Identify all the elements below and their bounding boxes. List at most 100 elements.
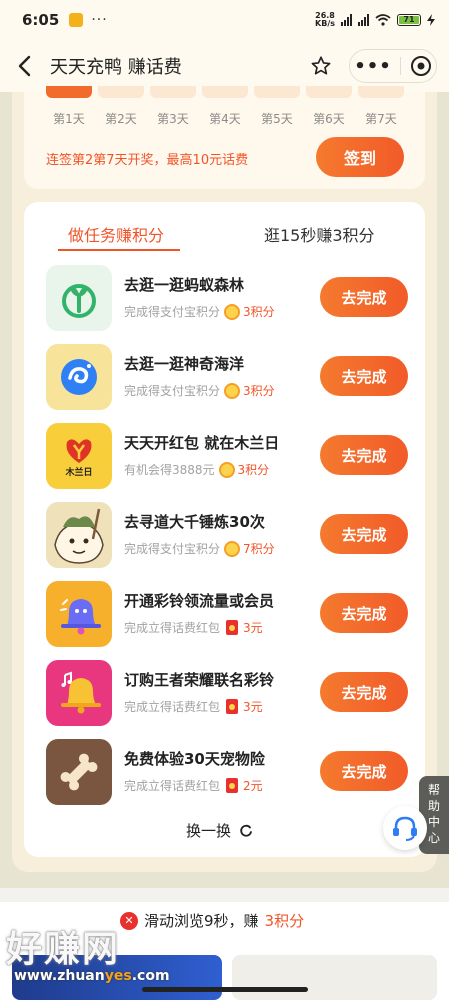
task-go-button[interactable]: 去完成	[320, 751, 408, 791]
task-item: 去寻道大千锤炼30次 完成得支付宝积分 7积分 去完成	[46, 502, 408, 570]
task-title: 订购王者荣耀联名彩铃	[124, 671, 275, 689]
watermark-url: www.zhuanyes.com	[14, 968, 170, 984]
coin-icon	[224, 382, 241, 399]
ringtone-bell-icon	[46, 581, 112, 647]
charging-icon	[427, 14, 435, 26]
task-title: 开通彩铃领流量或会员	[124, 592, 275, 610]
red-packet-icon	[226, 699, 239, 714]
status-more-dots: ···	[91, 12, 108, 28]
browse-reward: 3积分	[264, 912, 305, 930]
help-char: 帮	[427, 783, 440, 797]
task-reward: 3积分	[243, 305, 275, 319]
day-label: 第2天	[105, 112, 137, 126]
ant-forest-icon	[46, 265, 112, 331]
task-item: 去逛一逛神奇海洋 完成得支付宝积分 3积分 去完成	[46, 344, 408, 412]
refresh-button[interactable]: 换一换	[186, 820, 253, 841]
task-go-button[interactable]: 去完成	[320, 356, 408, 396]
task-desc-text: 完成立得话费红包	[124, 779, 221, 793]
task-title: 去逛一逛神奇海洋	[124, 355, 245, 373]
task-desc-text: 完成得支付宝积分	[124, 305, 221, 319]
task-desc-text: 完成得支付宝积分	[124, 542, 221, 556]
day-2-tab	[98, 86, 144, 98]
task-desc-text: 完成得支付宝积分	[124, 384, 221, 398]
task-desc: 完成得支付宝积分 7积分	[124, 540, 275, 557]
tab-tasks[interactable]: 做任务赚积分	[68, 222, 164, 246]
task-reward: 3元	[243, 621, 263, 635]
tab-browse[interactable]: 逛15秒赚3积分	[264, 222, 375, 246]
task-card: 做任务赚积分 逛15秒赚3积分 去逛一逛蚂蚁森林 完成得支付宝积分 3积分 去完成…	[24, 202, 425, 857]
task-reward: 7积分	[243, 542, 275, 556]
task-item: 开通彩铃领流量或会员 完成立得话费红包 3元 去完成	[46, 581, 408, 649]
signal-1-icon	[341, 14, 352, 26]
game-character-icon	[46, 502, 112, 568]
task-desc-text: 有机会得3888元	[124, 463, 215, 477]
music-bell-icon	[46, 660, 112, 726]
tab-underline	[58, 249, 180, 251]
promo-thumbnail[interactable]	[232, 955, 437, 1000]
signin-button[interactable]: 签到	[316, 137, 404, 177]
coin-icon	[224, 303, 241, 320]
task-desc-text: 完成立得话费红包	[124, 700, 221, 714]
status-time: 6:05	[22, 11, 60, 29]
battery-level: 71	[399, 16, 419, 24]
red-packet-icon	[226, 778, 239, 793]
day-label: 第5天	[261, 112, 293, 126]
day-label: 第1天	[53, 112, 85, 126]
task-item: 免费体验30天宠物险 完成立得话费红包 2元 去完成	[46, 739, 408, 807]
close-program-button[interactable]	[410, 55, 432, 77]
favorite-button[interactable]	[307, 52, 335, 80]
network-speed-unit: KB/s	[315, 19, 335, 28]
watermark-url-a: www.zhuan	[14, 968, 105, 984]
mini-program-capsule: •••	[349, 49, 437, 83]
red-packet-icon	[226, 620, 239, 635]
task-reward: 3积分	[243, 384, 275, 398]
task-reward: 2元	[243, 779, 263, 793]
close-icon[interactable]: ✕	[120, 911, 138, 930]
day-label: 第3天	[157, 112, 189, 126]
notification-app-icon	[69, 13, 84, 27]
mulan-day-logo-text: 木兰日	[65, 467, 93, 478]
task-desc: 完成立得话费红包 2元	[124, 777, 263, 794]
task-item: 去逛一逛蚂蚁森林 完成得支付宝积分 3积分 去完成	[46, 265, 408, 333]
bone-icon	[46, 739, 112, 805]
day-1-tab	[46, 86, 92, 98]
help-center-tab[interactable]: 帮 助 中 心	[419, 776, 449, 854]
day-label: 第7天	[365, 112, 397, 126]
refresh-icon	[240, 824, 252, 837]
magic-ocean-icon	[46, 344, 112, 410]
watermark-logo: 好赚网	[6, 929, 121, 970]
status-right: 26.8 KB/s 71	[315, 12, 435, 28]
watermark-url-c: .com	[131, 968, 170, 984]
mulan-day-icon: 木兰日	[46, 423, 112, 489]
task-title: 免费体验30天宠物险	[124, 750, 265, 768]
task-go-button[interactable]: 去完成	[320, 593, 408, 633]
home-indicator	[142, 987, 308, 992]
back-button[interactable]	[12, 54, 36, 78]
task-desc-text: 完成立得话费红包	[124, 621, 221, 635]
wifi-icon	[375, 14, 391, 26]
help-char: 助	[427, 799, 440, 813]
day-7-tab	[358, 86, 404, 98]
status-bar: 6:05 ··· 26.8 KB/s 71	[0, 0, 449, 40]
task-go-button[interactable]: 去完成	[320, 435, 408, 475]
more-menu-button[interactable]: •••	[354, 56, 392, 77]
task-desc: 完成得支付宝积分 3积分	[124, 303, 275, 320]
headset-icon	[393, 816, 417, 841]
refresh-label: 换一换	[186, 822, 232, 840]
task-go-button[interactable]: 去完成	[320, 277, 408, 317]
task-title: 天天开红包 就在木兰日	[124, 434, 280, 452]
signin-card: 第1天 第2天 第3天 第4天 第5天 第6天 第7天 连签第2第7天开奖，最高…	[24, 86, 425, 189]
capsule-divider	[400, 57, 402, 75]
day-3-tab	[150, 86, 196, 98]
day-4-tab	[202, 86, 248, 98]
task-go-button[interactable]: 去完成	[320, 672, 408, 712]
signin-notice: 连签第2第7天开奖，最高10元话费	[46, 153, 249, 168]
customer-service-button[interactable]	[383, 806, 427, 850]
day-label: 第6天	[313, 112, 345, 126]
task-desc: 有机会得3888元 3积分	[124, 461, 269, 478]
day-6-tab	[306, 86, 352, 98]
signal-2-icon	[358, 14, 369, 26]
task-reward: 3元	[243, 700, 263, 714]
task-go-button[interactable]: 去完成	[320, 514, 408, 554]
chevron-left-icon	[18, 55, 31, 77]
